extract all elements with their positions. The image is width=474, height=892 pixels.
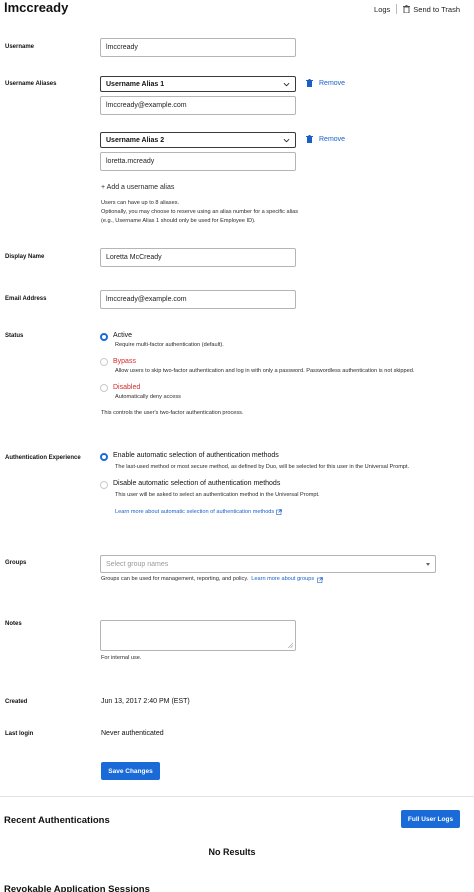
- chevron-down-icon: [283, 138, 290, 142]
- authentication-experience-label: Authentication Experience: [5, 455, 81, 461]
- last-login-value: Never authenticated: [101, 730, 164, 737]
- header-actions: Logs Send to Trash: [374, 4, 460, 14]
- divider: [0, 796, 474, 797]
- status-label: Status: [5, 333, 24, 339]
- auto-selection-enable-radio[interactable]: [100, 453, 108, 461]
- resize-grip-icon[interactable]: [288, 643, 293, 648]
- send-to-trash-label: Send to Trash: [413, 4, 460, 14]
- created-value: Jun 13, 2017 2:40 PM (EST): [101, 698, 190, 705]
- groups-learn-more-link[interactable]: Learn more about groups: [251, 575, 314, 584]
- trash-icon: [306, 135, 313, 143]
- alias-2-select-value: Username Alias 2: [106, 136, 165, 144]
- notes-label: Notes: [5, 621, 22, 627]
- status-disabled-title: Disabled: [113, 384, 141, 391]
- revokable-sessions-title: Revokable Application Sessions: [4, 884, 150, 892]
- alias-1-select[interactable]: Username Alias 1: [100, 76, 296, 92]
- created-label: Created: [5, 699, 28, 705]
- email-address-label: Email Address: [5, 296, 47, 302]
- status-active-radio[interactable]: [100, 333, 108, 341]
- auto-selection-disable-radio[interactable]: [100, 481, 108, 489]
- auto-selection-disable-desc: This user will be asked to select an aut…: [115, 492, 320, 498]
- auto-selection-learn-more-link[interactable]: Learn more about automatic selection of …: [115, 509, 283, 515]
- auto-selection-disable-title: Disable automatic selection of authentic…: [113, 480, 281, 487]
- divider: [396, 4, 398, 14]
- status-bypass-title: Bypass: [113, 358, 136, 365]
- alias-1-remove-label: Remove: [319, 79, 346, 87]
- alias-2-select[interactable]: Username Alias 2: [100, 132, 296, 148]
- groups-placeholder: Select group names: [106, 560, 169, 568]
- status-active-desc: Require multi-factor authentication (def…: [115, 342, 224, 348]
- chevron-down-icon: [283, 82, 290, 86]
- external-link-icon: [317, 576, 323, 583]
- status-disabled-radio[interactable]: [100, 384, 108, 392]
- username-label: Username: [5, 44, 35, 50]
- aliases-help-1: Users can have up to 8 aliases.: [101, 200, 180, 206]
- alias-1-remove-button[interactable]: Remove: [306, 79, 345, 87]
- caret-down-icon: [426, 562, 430, 566]
- status-bypass-radio[interactable]: [100, 358, 108, 366]
- display-name-label: Display Name: [5, 254, 45, 260]
- trash-icon: [306, 79, 313, 87]
- no-results-text: No Results: [208, 847, 256, 857]
- external-link-icon: [276, 509, 283, 515]
- alias-1-select-value: Username Alias 1: [106, 80, 165, 88]
- page-title: lmccready: [4, 0, 69, 15]
- aliases-help-2: Optionally, you may choose to reserve us…: [101, 209, 299, 215]
- auto-selection-enable-title: Enable automatic selection of authentica…: [113, 452, 279, 459]
- status-disabled-desc: Automatically deny access: [115, 394, 181, 400]
- auto-selection-learn-more-label: Learn more about automatic selection of …: [115, 509, 275, 515]
- last-login-label: Last login: [5, 731, 34, 737]
- status-help: This controls the user's two-factor auth…: [101, 410, 244, 416]
- username-aliases-label: Username Aliases: [5, 81, 57, 87]
- send-to-trash-button[interactable]: Send to Trash: [403, 5, 460, 14]
- auto-selection-enable-desc: The last-used method or most secure meth…: [115, 464, 410, 470]
- recent-authentications-title: Recent Authentications: [4, 815, 110, 826]
- notes-help: For internal use.: [101, 655, 142, 661]
- status-active-title: Active: [113, 332, 133, 339]
- full-user-logs-button[interactable]: Full User Logs: [401, 810, 460, 828]
- groups-help-text: Groups can be used for management, repor…: [101, 576, 249, 582]
- alias-2-remove-label: Remove: [319, 135, 346, 143]
- save-changes-button[interactable]: Save Changes: [101, 762, 160, 780]
- add-username-alias-link[interactable]: + Add a username alias: [101, 183, 174, 192]
- aliases-help-3: (e.g., Username Alias 1 should only be u…: [101, 218, 256, 224]
- display-name-input[interactable]: Loretta McCready: [100, 248, 296, 267]
- alias-2-remove-button[interactable]: Remove: [306, 135, 345, 143]
- logs-link[interactable]: Logs: [374, 5, 390, 14]
- username-input[interactable]: lmccready: [100, 38, 296, 57]
- alias-1-input[interactable]: lmccready@example.com: [100, 96, 296, 115]
- email-address-input[interactable]: lmccready@example.com: [100, 290, 296, 309]
- groups-label: Groups: [5, 560, 27, 566]
- groups-help: Groups can be used for management, repor…: [101, 575, 323, 584]
- notes-textarea[interactable]: [100, 620, 296, 651]
- trash-icon: [403, 5, 411, 13]
- alias-2-input[interactable]: loretta.mcready: [100, 152, 296, 171]
- groups-select[interactable]: Select group names: [100, 555, 436, 573]
- status-bypass-desc: Allow users to skip two-factor authentic…: [115, 368, 415, 374]
